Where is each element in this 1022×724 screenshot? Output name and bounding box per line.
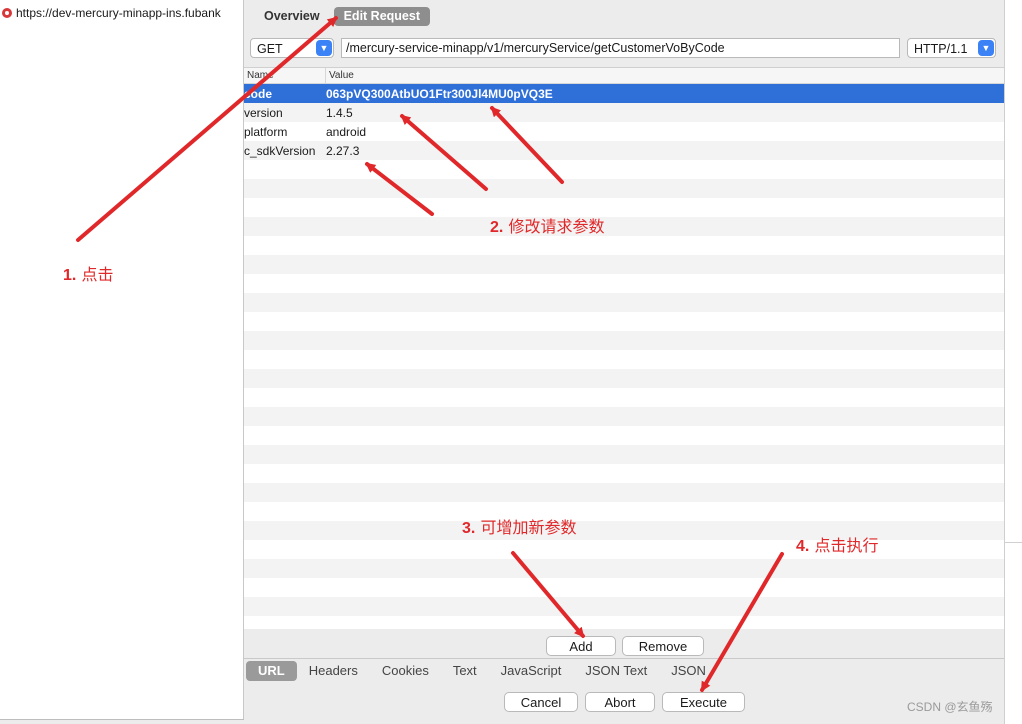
- body-format-tabs: URL Headers Cookies Text JavaScript JSON Text…: [246, 660, 718, 682]
- param-value[interactable]: 1.4.5: [326, 106, 1004, 120]
- column-header-value[interactable]: Value: [326, 68, 1004, 83]
- tab-text[interactable]: Text: [441, 661, 489, 681]
- empty-table-row[interactable]: [244, 445, 1004, 464]
- tab-overview[interactable]: Overview: [254, 7, 330, 26]
- empty-table-row[interactable]: [244, 217, 1004, 236]
- params-table: Name Value code 063pVQ300AtbUO1Ftr300Jl4M…: [244, 67, 1004, 629]
- empty-table-row[interactable]: [244, 597, 1004, 616]
- request-editor-panel: Overview Edit Request GET ▼ HTTP/1.1 ▼ N…: [244, 0, 1004, 724]
- divider: [244, 658, 1004, 659]
- method-select[interactable]: GET ▼: [250, 38, 334, 58]
- annotation-step3: 3. 可增加新参数: [462, 518, 577, 537]
- execute-button[interactable]: Execute: [662, 692, 745, 712]
- path-input[interactable]: [341, 38, 900, 58]
- tab-json[interactable]: JSON: [659, 661, 718, 681]
- table-body: code 063pVQ300AtbUO1Ftr300Jl4MU0pVQ3E vers…: [244, 84, 1004, 616]
- param-name[interactable]: platform: [244, 125, 326, 139]
- empty-table-row[interactable]: [244, 426, 1004, 445]
- empty-table-row[interactable]: [244, 483, 1004, 502]
- session-sidebar: https://dev-mercury-minapp-ins.fubank: [0, 0, 244, 720]
- method-value: GET: [257, 42, 283, 56]
- table-row[interactable]: platform android: [244, 122, 1004, 141]
- watermark: CSDN @玄鱼殇: [907, 700, 993, 714]
- add-button[interactable]: Add: [546, 636, 616, 656]
- tab-cookies[interactable]: Cookies: [370, 661, 441, 681]
- tab-url[interactable]: URL: [246, 661, 297, 681]
- empty-table-row[interactable]: [244, 464, 1004, 483]
- empty-table-row[interactable]: [244, 312, 1004, 331]
- param-value[interactable]: android: [326, 125, 1004, 139]
- request-line: GET ▼ HTTP/1.1 ▼: [244, 38, 1004, 60]
- empty-table-row[interactable]: [244, 160, 1004, 179]
- tab-headers[interactable]: Headers: [297, 661, 370, 681]
- empty-table-row[interactable]: [244, 559, 1004, 578]
- request-status-icon: [2, 8, 12, 18]
- sidebar-divider: [0, 719, 244, 720]
- abort-button[interactable]: Abort: [585, 692, 655, 712]
- param-name[interactable]: c_sdkVersion: [244, 144, 326, 158]
- protocol-value: HTTP/1.1: [914, 42, 968, 56]
- empty-table-row[interactable]: [244, 179, 1004, 198]
- param-name[interactable]: code: [244, 87, 326, 101]
- empty-table-row[interactable]: [244, 388, 1004, 407]
- empty-table-row[interactable]: [244, 198, 1004, 217]
- right-pane-edge: [1004, 0, 1022, 724]
- empty-table-row[interactable]: [244, 369, 1004, 388]
- empty-table-row[interactable]: [244, 521, 1004, 540]
- table-row[interactable]: c_sdkVersion 2.27.3: [244, 141, 1004, 160]
- annotation-step4: 4. 点击执行: [796, 536, 879, 555]
- session-url: https://dev-mercury-minapp-ins.fubank: [16, 6, 221, 20]
- remove-button[interactable]: Remove: [622, 636, 704, 656]
- empty-table-row[interactable]: [244, 236, 1004, 255]
- tab-json-text[interactable]: JSON Text: [573, 661, 659, 681]
- annotation-step2: 2. 修改请求参数: [490, 217, 605, 236]
- chevron-down-icon: ▼: [978, 40, 994, 56]
- empty-table-row[interactable]: [244, 407, 1004, 426]
- column-header-name[interactable]: Name: [244, 68, 326, 83]
- empty-table-row[interactable]: [244, 350, 1004, 369]
- tab-javascript[interactable]: JavaScript: [489, 661, 574, 681]
- param-name[interactable]: version: [244, 106, 326, 120]
- empty-table-row[interactable]: [244, 540, 1004, 559]
- empty-table-row[interactable]: [244, 255, 1004, 274]
- empty-table-row[interactable]: [244, 502, 1004, 521]
- inspector-tabs: Overview Edit Request: [254, 7, 430, 26]
- param-value[interactable]: 063pVQ300AtbUO1Ftr300Jl4MU0pVQ3E: [326, 87, 1004, 101]
- table-row[interactable]: code 063pVQ300AtbUO1Ftr300Jl4MU0pVQ3E: [244, 84, 1004, 103]
- empty-table-row[interactable]: [244, 578, 1004, 597]
- protocol-select[interactable]: HTTP/1.1 ▼: [907, 38, 996, 58]
- table-header: Name Value: [244, 68, 1004, 84]
- annotation-step1: 1. 点击: [63, 265, 114, 284]
- tab-edit-request[interactable]: Edit Request: [333, 7, 430, 26]
- empty-table-row[interactable]: [244, 331, 1004, 350]
- empty-table-row[interactable]: [244, 293, 1004, 312]
- session-list-item[interactable]: https://dev-mercury-minapp-ins.fubank: [0, 3, 243, 23]
- table-row[interactable]: version 1.4.5: [244, 103, 1004, 122]
- chevron-down-icon: ▼: [316, 40, 332, 56]
- cancel-button[interactable]: Cancel: [504, 692, 578, 712]
- param-value[interactable]: 2.27.3: [326, 144, 1004, 158]
- empty-table-row[interactable]: [244, 274, 1004, 293]
